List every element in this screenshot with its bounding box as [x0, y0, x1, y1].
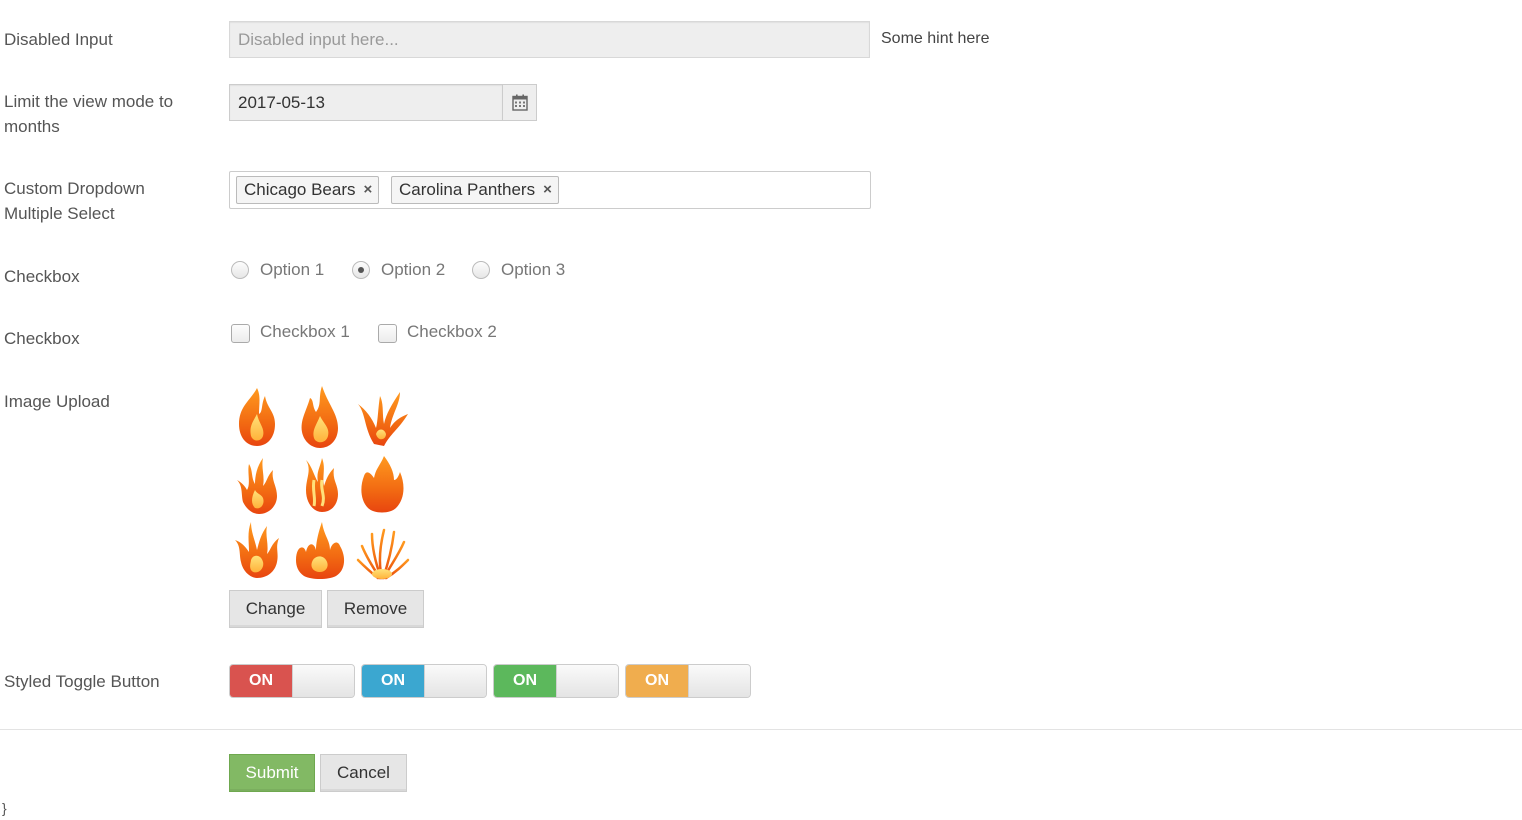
toggle-on-label: ON	[626, 665, 688, 697]
flame-image	[239, 388, 275, 446]
radio-label: Option 3	[501, 260, 566, 279]
toggle-red[interactable]: ON	[229, 664, 355, 698]
multi-select[interactable]: Chicago Bears × Carolina Panthers ×	[229, 171, 871, 209]
flame-image	[237, 458, 277, 514]
radio-button[interactable]	[472, 261, 490, 279]
flame-image	[361, 456, 404, 513]
radio-button[interactable]	[231, 261, 249, 279]
flame-image	[301, 386, 338, 448]
radio-option-3[interactable]: Option 3	[472, 260, 565, 280]
checkbox[interactable]	[378, 324, 397, 343]
checkbox-option-1[interactable]: Checkbox 1	[231, 320, 350, 343]
radio-button[interactable]	[352, 261, 370, 279]
disabled-input-label: Disabled Input	[4, 30, 113, 49]
tag-label: Carolina Panthers	[399, 180, 536, 199]
radio-label: Option 1	[260, 260, 325, 279]
flame-image	[358, 392, 408, 446]
remove-image-button[interactable]: Remove	[327, 590, 424, 628]
toggle-on-label: ON	[494, 665, 556, 697]
remove-tag-icon[interactable]: ×	[543, 177, 552, 203]
tag-carolina-panthers: Carolina Panthers ×	[391, 176, 559, 204]
submit-button[interactable]: Submit	[229, 754, 315, 792]
remove-tag-icon[interactable]: ×	[364, 177, 373, 203]
date-input[interactable]: 2017-05-13	[229, 84, 503, 121]
radio-group-label: Checkbox	[4, 267, 80, 286]
checkbox-group-label: Checkbox	[4, 329, 80, 348]
toggle-green[interactable]: ON	[493, 664, 619, 698]
checkbox[interactable]	[231, 324, 250, 343]
cancel-button[interactable]: Cancel	[320, 754, 407, 792]
tag-chicago-bears: Chicago Bears ×	[236, 176, 380, 204]
checkbox-label: Checkbox 2	[407, 321, 497, 341]
toggle-on-label: ON	[230, 665, 292, 697]
toggle-on-label: ON	[362, 665, 424, 697]
disabled-input-hint: Some hint here	[881, 30, 990, 47]
image-preview	[229, 384, 421, 582]
radio-option-2[interactable]: Option 2	[352, 260, 445, 280]
toggle-off-side	[424, 665, 486, 697]
disabled-input: Disabled input here...	[229, 21, 870, 58]
radio-option-1[interactable]: Option 1	[231, 260, 324, 280]
calendar-button[interactable]	[502, 84, 537, 121]
toggle-blue[interactable]: ON	[361, 664, 487, 698]
checkbox-label: Checkbox 1	[260, 321, 350, 341]
toggle-orange[interactable]: ON	[625, 664, 751, 698]
flame-image	[356, 528, 410, 580]
toggle-group-label: Styled Toggle Button	[4, 672, 160, 691]
checkbox-option-2[interactable]: Checkbox 2	[378, 320, 497, 343]
image-upload-label: Image Upload	[4, 392, 110, 411]
toggle-off-side	[556, 665, 618, 697]
flame-image	[235, 522, 279, 578]
calendar-icon	[511, 94, 528, 111]
flame-image	[306, 458, 338, 512]
radio-label: Option 2	[381, 260, 446, 279]
stray-text: }	[2, 800, 7, 816]
toggle-off-side	[688, 665, 750, 697]
view-mode-label: Limit the view mode to months	[4, 92, 174, 136]
flame-image	[296, 522, 345, 579]
tag-label: Chicago Bears	[244, 180, 356, 199]
toggle-off-side	[292, 665, 354, 697]
dropdown-label: Custom Dropdown Multiple Select	[4, 179, 145, 223]
form-divider	[0, 729, 1522, 730]
change-image-button[interactable]: Change	[229, 590, 322, 628]
